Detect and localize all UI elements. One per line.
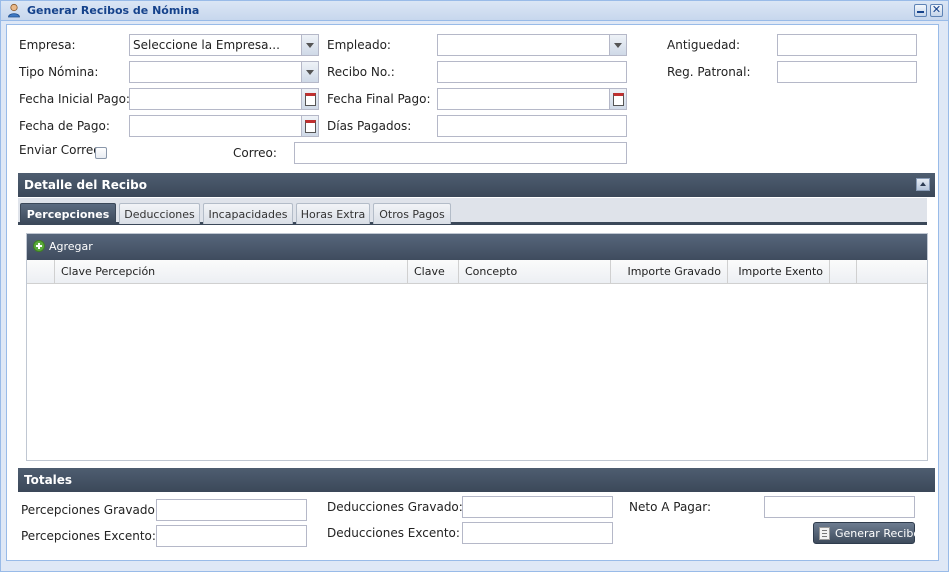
column-header-importe-exento[interactable]: Importe Exento [728, 260, 830, 283]
tab-horas-extra[interactable]: Horas Extra [296, 203, 370, 224]
totales-panel-header: Totales [18, 468, 935, 492]
collapse-icon[interactable] [916, 178, 930, 191]
percepciones-gravado-field[interactable] [156, 499, 307, 521]
grid-header: Clave Percepción Clave Concepto Importe … [27, 260, 927, 284]
calendar-icon[interactable] [301, 89, 318, 109]
column-header-clave[interactable]: Clave [408, 260, 459, 283]
percepciones-grid: Agregar Clave Percepción Clave Concepto … [26, 233, 928, 461]
generar-recibo-label: Generar Recibo [835, 527, 921, 540]
calendar-icon[interactable] [301, 116, 318, 136]
user-icon [8, 3, 20, 18]
recibo-no-label: Recibo No.: [327, 65, 395, 79]
window-title: Generar Recibos de Nómina [27, 4, 200, 17]
fecha-pago-date[interactable] [129, 115, 319, 137]
payroll-receipt-window: Generar Recibos de Nómina ✕ Empresa: Sel… [0, 0, 949, 572]
column-header-clave-percepcion[interactable]: Clave Percepción [55, 260, 408, 283]
detalle-panel-header: Detalle del Recibo [18, 173, 935, 197]
column-header-rownum [27, 260, 55, 283]
deducciones-excento-field[interactable] [462, 522, 613, 544]
tab-incapacidades[interactable]: Incapacidades [203, 203, 293, 224]
add-button-label: Agregar [49, 240, 93, 253]
tab-deducciones[interactable]: Deducciones [119, 203, 200, 224]
generar-recibo-button[interactable]: Generar Recibo [813, 522, 920, 544]
chevron-down-icon[interactable] [609, 35, 626, 55]
detalle-panel-title: Detalle del Recibo [24, 178, 147, 192]
add-circle-icon [33, 240, 45, 252]
close-icon: ✕ [931, 3, 942, 16]
fecha-inicial-date[interactable] [129, 88, 319, 110]
tipo-nomina-label: Tipo Nómina: [19, 65, 99, 79]
reg-patronal-label: Reg. Patronal: [667, 65, 751, 79]
add-button[interactable]: Agregar [27, 234, 107, 260]
correo-label: Correo: [233, 146, 277, 160]
deducciones-gravado-field[interactable] [462, 496, 613, 518]
chevron-down-icon[interactable] [301, 35, 318, 55]
grid-toolbar: Agregar [27, 234, 927, 260]
empleado-combo[interactable] [437, 34, 627, 56]
correo-field[interactable] [294, 142, 627, 164]
tab-percepciones[interactable]: Percepciones [20, 203, 116, 224]
document-icon [819, 527, 830, 540]
column-header-actions [830, 260, 857, 283]
fecha-final-date[interactable] [437, 88, 627, 110]
minimize-button[interactable] [914, 4, 927, 17]
deducciones-gravado-label: Deducciones Gravado: [327, 500, 463, 514]
antiguedad-label: Antiguedad: [667, 38, 741, 52]
tipo-nomina-combo[interactable] [129, 61, 319, 83]
enviar-correo-checkbox[interactable] [95, 147, 107, 159]
window-titlebar[interactable]: Generar Recibos de Nómina ✕ [1, 1, 948, 21]
empresa-label: Empresa: [19, 38, 76, 52]
percepciones-gravado-label: Percepciones Gravado: [21, 503, 159, 517]
antiguedad-field[interactable] [777, 34, 917, 56]
percepciones-excento-label: Percepciones Excento: [21, 529, 156, 543]
tab-otros-pagos[interactable]: Otros Pagos [373, 203, 451, 224]
percepciones-excento-field[interactable] [156, 525, 307, 547]
reg-patronal-field[interactable] [777, 61, 917, 83]
detalle-tabs: Percepciones Deducciones Incapacidades H… [18, 198, 927, 225]
recibo-no-field[interactable] [437, 61, 627, 83]
dias-pagados-label: Días Pagados: [327, 119, 412, 133]
column-header-importe-gravado[interactable]: Importe Gravado [611, 260, 728, 283]
empleado-label: Empleado: [327, 38, 391, 52]
neto-label: Neto A Pagar: [629, 500, 712, 514]
chevron-down-icon[interactable] [301, 62, 318, 82]
close-button[interactable]: ✕ [930, 3, 943, 17]
fecha-inicial-label: Fecha Inicial Pago: [19, 92, 130, 106]
totales-panel-title: Totales [24, 473, 73, 487]
fecha-pago-label: Fecha de Pago: [19, 119, 110, 133]
calendar-icon[interactable] [609, 89, 626, 109]
fecha-final-label: Fecha Final Pago: [327, 92, 431, 106]
window-body: Empresa: Seleccione la Empresa... Emplea… [6, 24, 939, 561]
empresa-combo-value: Seleccione la Empresa... [133, 38, 280, 52]
empresa-combo[interactable]: Seleccione la Empresa... [129, 34, 319, 56]
minimize-icon [917, 11, 924, 13]
neto-field[interactable] [764, 496, 915, 518]
deducciones-excento-label: Deducciones Excento: [327, 526, 460, 540]
dias-pagados-field[interactable] [437, 115, 627, 137]
enviar-correo-label: Enviar Correo [19, 143, 101, 157]
column-header-concepto[interactable]: Concepto [459, 260, 611, 283]
